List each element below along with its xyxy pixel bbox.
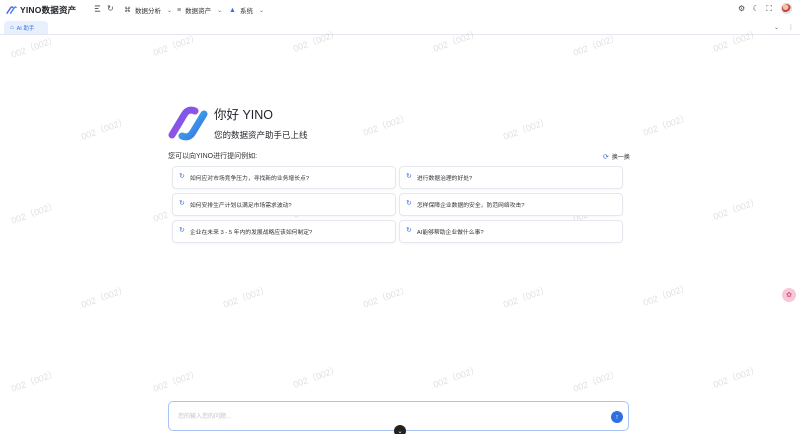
- tab-bar: ⌂ AI 助手 ⌄ ⋮: [0, 20, 800, 35]
- greeting-subtitle: 您的数据资产助手已上线: [214, 130, 308, 140]
- watermark: 002（002）: [151, 368, 201, 394]
- watermark: 002（002）: [9, 34, 59, 60]
- brand-logo[interactable]: YINO数据资产: [6, 4, 76, 16]
- suggestion-card[interactable]: ↻ 企业在未来 3 - 5 年内的发展战略应该如何制定?: [172, 220, 396, 243]
- welcome-section: 你好 YINO 您的数据资产助手已上线: [168, 104, 308, 141]
- watermark: 002（002）: [291, 364, 341, 390]
- refresh-icon[interactable]: ↻: [107, 4, 114, 13]
- arrow-up-icon: ↑: [615, 413, 619, 421]
- chat-icon: ↻: [179, 172, 185, 180]
- settings-icon[interactable]: ⚙: [738, 4, 745, 13]
- menu-data-assets[interactable]: ≡ 数据资产 ⌄: [177, 5, 223, 16]
- chevron-down-icon: ⌄: [258, 7, 264, 14]
- menu-data-analysis[interactable]: ⌘ 数据分析 ⌄: [124, 5, 172, 15]
- avatar[interactable]: [781, 3, 792, 14]
- sidebar-collapse-icon[interactable]: [94, 5, 101, 12]
- chevron-down-icon: ⌄: [167, 7, 173, 14]
- assistant-float-icon: ✿: [786, 292, 792, 299]
- watermark: 002（002）: [361, 284, 411, 310]
- suggestion-text: 怎样保障企业数据的安全，防范网络攻击?: [416, 203, 525, 209]
- suggestion-text: 如何应对市场竞争压力，寻找新的业务增长点?: [189, 176, 310, 182]
- suggestion-card[interactable]: ↻ 进行数据治理的好处?: [399, 166, 623, 189]
- watermark: 002（002）: [79, 116, 129, 142]
- tab-ai-assistant[interactable]: ⌂ AI 助手: [4, 21, 48, 34]
- brand-mark-icon: [6, 5, 17, 14]
- chevron-down-icon: ⌄: [397, 428, 403, 434]
- chat-icon: ↻: [406, 172, 412, 180]
- chat-icon: ↻: [179, 226, 185, 234]
- watermark: 002（002）: [9, 200, 59, 226]
- watermark: 002（002）: [501, 116, 551, 142]
- assistant-logo-icon: [168, 106, 208, 140]
- analysis-icon: ⌘: [124, 7, 131, 14]
- menu-label: 系统: [239, 8, 253, 15]
- refresh-icon: ⟳: [603, 153, 609, 161]
- suggestion-card[interactable]: ↻ 如何应对市场竞争压力，寻找新的业务增长点?: [172, 166, 396, 189]
- list-icon: ≡: [177, 6, 182, 14]
- moon-icon[interactable]: ☾: [752, 4, 759, 13]
- suggestion-text: AI能够帮助企业做什么事?: [416, 230, 484, 236]
- refresh-suggestions-button[interactable]: ⟳ 换一换: [603, 152, 630, 162]
- tab-label: AI 助手: [16, 25, 35, 32]
- chevron-down-icon: ⌄: [217, 7, 223, 14]
- watermark: 002（002）: [571, 368, 621, 394]
- suggestion-card[interactable]: ↻ AI能够帮助企业做什么事?: [399, 220, 623, 243]
- watermark: 002（002）: [431, 364, 481, 390]
- watermark: 002（002）: [361, 112, 411, 138]
- menu-label: 数据资产: [185, 8, 212, 15]
- watermark: 002（002）: [641, 112, 691, 138]
- send-button[interactable]: ↑: [611, 411, 623, 423]
- menu-system[interactable]: ▲ 系统 ⌄: [229, 5, 264, 16]
- fullscreen-icon[interactable]: ⛶: [766, 4, 772, 14]
- suggestion-text: 如何安排生产计划以满足市场需求波动?: [189, 203, 292, 209]
- watermark: 002（002）: [641, 282, 691, 308]
- chat-icon: ↻: [406, 199, 412, 207]
- suggestion-card[interactable]: ↻ 怎样保障企业数据的安全，防范网络攻击?: [399, 193, 623, 216]
- welcome-text: 你好 YINO 您的数据资产助手已上线: [214, 104, 308, 141]
- chat-icon: ↻: [406, 226, 412, 234]
- home-icon: ⌂: [10, 24, 14, 31]
- tabs-more-icon[interactable]: ⋮: [788, 24, 794, 31]
- greeting-title: 你好 YINO: [214, 108, 274, 122]
- watermark: 002（002）: [79, 284, 129, 310]
- suggestion-text: 进行数据治理的好处?: [416, 176, 473, 182]
- tabs-dropdown-icon[interactable]: ⌄: [774, 24, 779, 31]
- brand-name: YINO数据资产: [20, 5, 77, 15]
- watermark: 002（002）: [711, 196, 761, 222]
- watermark: 002（002）: [501, 284, 551, 310]
- suggestions-heading: 您可以向YINO进行提问例如:: [168, 153, 258, 160]
- chat-input[interactable]: [178, 411, 598, 422]
- suggestion-card[interactable]: ↻ 如何安排生产计划以满足市场需求波动?: [172, 193, 396, 216]
- chat-icon: ↻: [179, 199, 185, 207]
- watermark: 002（002）: [221, 284, 271, 310]
- suggestion-text: 企业在未来 3 - 5 年内的发展战略应该如何制定?: [189, 230, 313, 236]
- top-header: YINO数据资产 ↻ ⌘ 数据分析 ⌄ ≡ 数据资产 ⌄ ▲ 系统 ⌄ ⚙ ☾ …: [0, 0, 800, 20]
- refresh-label: 换一换: [611, 155, 630, 161]
- collapse-input-button[interactable]: ⌄: [394, 425, 406, 434]
- watermark: 002（002）: [711, 364, 761, 390]
- header-tools: ⚙ ☾ ⛶: [731, 3, 792, 14]
- menu-label: 数据分析: [135, 8, 161, 15]
- floating-assistant-button[interactable]: ✿: [782, 288, 796, 302]
- system-icon: ▲: [229, 6, 236, 14]
- watermark: 002（002）: [9, 368, 59, 394]
